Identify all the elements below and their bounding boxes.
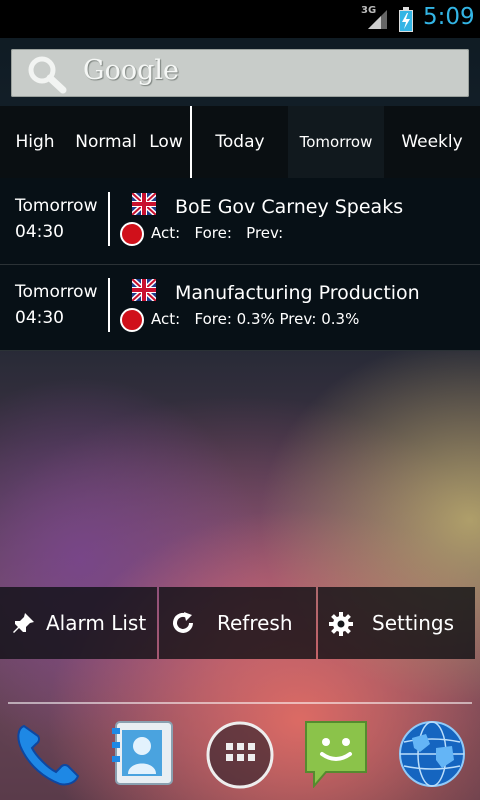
event-title: Manufacturing Production (175, 282, 420, 304)
event-divider (108, 192, 110, 246)
settings-label: Settings (372, 611, 455, 635)
event-title: BoE Gov Carney Speaks (175, 196, 404, 218)
uk-flag-icon (132, 193, 156, 215)
widget-action-bar: Alarm List Refresh Settings (0, 587, 480, 659)
tab-divider (190, 106, 192, 178)
google-logo-text: Google (83, 55, 179, 86)
gear-icon (329, 612, 353, 636)
battery-charging-icon (399, 7, 413, 32)
event-divider (108, 278, 110, 332)
browser-globe-icon[interactable] (396, 718, 468, 788)
alarm-list-label: Alarm List (46, 611, 147, 635)
event-stats: Act: Fore: 0.3% Prev: 0.3% (151, 310, 360, 328)
event-time: 04:30 (15, 308, 64, 328)
app-drawer-icon[interactable] (205, 720, 275, 790)
alarm-list-button[interactable]: Alarm List (0, 587, 157, 659)
contacts-icon[interactable] (110, 718, 176, 786)
tab-high[interactable]: High (0, 106, 70, 178)
refresh-button[interactable]: Refresh (159, 587, 316, 659)
refresh-label: Refresh (217, 611, 293, 635)
tab-tomorrow[interactable]: Tomorrow (288, 106, 384, 178)
uk-flag-icon (132, 279, 156, 301)
dock-divider (8, 702, 472, 704)
tab-today[interactable]: Today (192, 106, 288, 178)
tab-weekly[interactable]: Weekly (384, 106, 480, 178)
event-list: Tomorrow 04:30 BoE Gov Carney Speaks Act… (0, 178, 480, 351)
event-day: Tomorrow (15, 282, 98, 302)
signal-icon (368, 10, 387, 29)
event-row[interactable]: Tomorrow 04:30 BoE Gov Carney Speaks Act… (0, 178, 480, 265)
status-clock: 5:09 (423, 4, 475, 30)
google-search-bar[interactable]: Google (11, 49, 469, 97)
high-impact-indicator-icon (120, 308, 144, 332)
event-row[interactable]: Tomorrow 04:30 Manufacturing Production … (0, 264, 480, 351)
tab-normal[interactable]: Normal (72, 106, 140, 178)
settings-button[interactable]: Settings (318, 587, 475, 659)
refresh-icon (173, 612, 193, 633)
tab-low[interactable]: Low (144, 106, 188, 178)
pin-icon (13, 613, 34, 633)
event-day: Tomorrow (15, 196, 98, 216)
messaging-icon[interactable] (300, 718, 372, 788)
phone-icon[interactable] (10, 718, 84, 788)
event-stats: Act: Fore: Prev: (151, 224, 284, 242)
event-time: 04:30 (15, 222, 64, 242)
filter-tab-row: High Normal Low Today Tomorrow Weekly (0, 106, 480, 178)
high-impact-indicator-icon (120, 222, 144, 246)
search-icon (28, 56, 67, 94)
